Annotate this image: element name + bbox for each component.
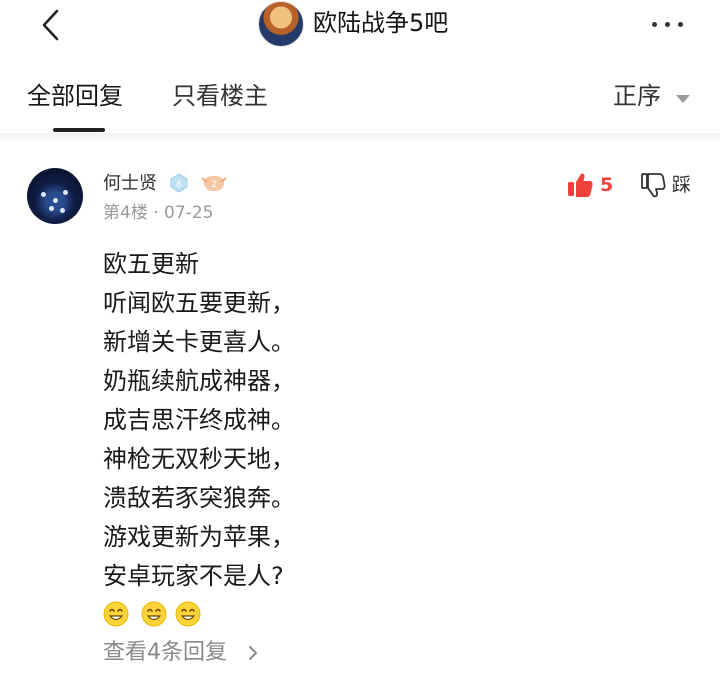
chevron-left-icon[interactable] [34, 7, 70, 43]
emoji-row [103, 601, 223, 631]
content-line: 游戏更新为苹果， [103, 523, 295, 551]
tab-all-replies[interactable]: 全部回复 [27, 80, 123, 112]
content-line: 新增关卡更喜人。 [103, 328, 295, 356]
sort-dropdown-icon[interactable] [676, 95, 690, 103]
post-meta: 第4楼 · 07-25 [103, 201, 213, 225]
level-badge-icon: 8 [170, 173, 188, 193]
grin-emoji-icon [141, 601, 167, 627]
content-line: 安卓玩家不是人? [103, 562, 284, 590]
more-dots-icon[interactable] [648, 18, 688, 32]
dislike-label[interactable]: 踩 [672, 173, 691, 197]
fan-badge-icon: 2 [201, 176, 227, 191]
content-line: 奶瓶续航成神器， [103, 367, 295, 395]
forum-title[interactable]: 欧陆战争5吧 [313, 8, 448, 38]
sort-order-button[interactable]: 正序 [613, 80, 661, 112]
content-line: 听闻欧五要更新， [103, 289, 295, 317]
user-avatar[interactable] [27, 168, 83, 224]
reply-tabs: 全部回复 只看楼主 正序 [0, 66, 720, 136]
meta-separator: · [153, 203, 159, 223]
content-line: 神枪无双秒天地， [103, 445, 295, 473]
tab-owner-only[interactable]: 只看楼主 [172, 80, 268, 112]
content-line: 成吉思汗终成神。 [103, 406, 295, 434]
grin-emoji-icon [175, 601, 201, 627]
grin-emoji-icon [103, 601, 129, 627]
post-content: 欧五更新 听闻欧五要更新， 新增关卡更喜人。 奶瓶续航成神器， 成吉思汗终成神。… [103, 245, 703, 596]
chevron-right-icon[interactable] [246, 644, 260, 662]
section-divider [0, 133, 720, 141]
thumbs-up-icon[interactable] [566, 171, 594, 199]
floor-number: 第4楼 [103, 203, 148, 223]
forum-avatar[interactable] [258, 1, 304, 47]
fan-badge-text: 2 [211, 180, 217, 190]
content-line: 欧五更新 [103, 250, 199, 278]
view-replies-link[interactable]: 查看4条回复 [103, 638, 227, 668]
thumbs-down-icon[interactable] [640, 171, 666, 199]
username[interactable]: 何士贤 [103, 172, 157, 196]
content-line: 溃敌若豕突狼奔。 [103, 484, 295, 512]
active-tab-indicator [53, 128, 105, 132]
post-date: 07-25 [164, 203, 214, 223]
level-badge-text: 8 [176, 180, 182, 190]
top-nav-bar: 欧陆战争5吧 [0, 0, 720, 50]
like-count: 5 [600, 174, 614, 196]
